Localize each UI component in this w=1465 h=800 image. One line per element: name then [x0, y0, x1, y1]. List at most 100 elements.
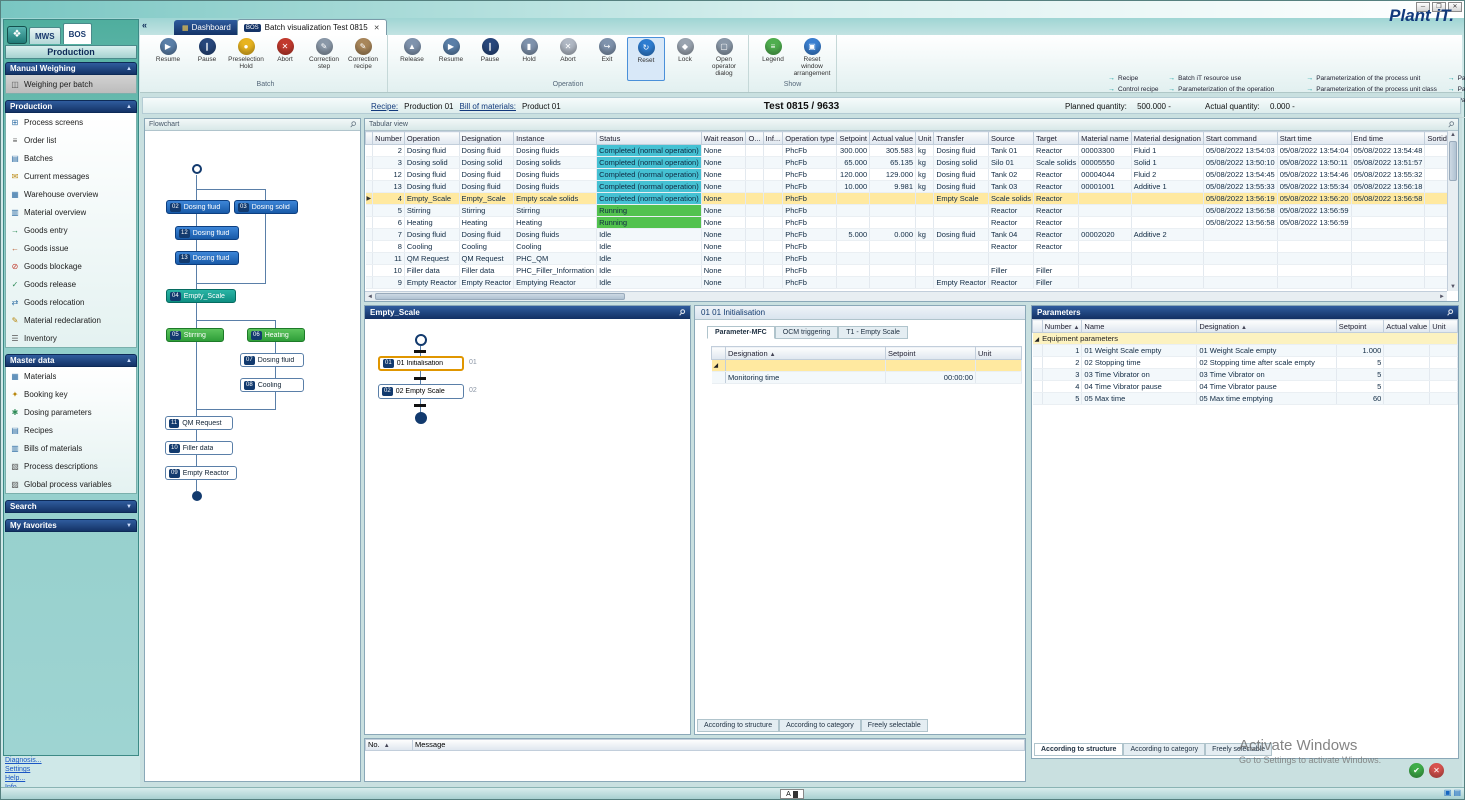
confirm-button[interactable]: ✔ — [1409, 763, 1424, 778]
es-node-01-initialisation[interactable]: 0101 Initialisation — [378, 356, 464, 371]
sidebar-item-goods-release[interactable]: ✓Goods release — [6, 275, 136, 293]
table-row[interactable]: 2Dosing fluidDosing fluidDosing fluidsCo… — [366, 145, 1458, 157]
tab-parameter-mfc[interactable]: Parameter-MFC — [707, 326, 775, 339]
collapse-sidebar-icon[interactable]: « — [142, 20, 147, 30]
es-node-02-empty-scale[interactable]: 0202 Empty Scale — [378, 384, 464, 399]
legend-item-parameterization-of-the-process-unit-class[interactable]: →Parameterization of the process unit cl… — [1306, 86, 1441, 94]
legend-item-parameterization-of-the-process-unit[interactable]: →Parameterization of the process unit — [1306, 75, 1441, 83]
pin-icon[interactable]: ⚲ — [677, 307, 687, 318]
toolbar-button-correction-recipe[interactable]: ✎Correction recipe — [344, 37, 382, 81]
column-header-target[interactable]: Target — [1034, 132, 1079, 145]
table-row[interactable]: ◢ — [712, 360, 1022, 372]
tab-batch-visualization[interactable]: BOS Batch visualization Test 0815 ✕ — [237, 19, 387, 35]
sidebar-item-order-list[interactable]: ≡Order list — [6, 131, 136, 149]
tab-according-to-category[interactable]: According to category — [1123, 743, 1205, 756]
flow-node-05-stirring[interactable]: 05Stirring — [166, 328, 224, 342]
section-header-my-favorites[interactable]: My favorites▼ — [5, 519, 137, 532]
flow-node-06-heating[interactable]: 06Heating — [247, 328, 305, 342]
user-status-icon[interactable]: ▣ — [1444, 788, 1452, 798]
footer-link-help[interactable]: Help... — [5, 775, 42, 783]
column-header-designation[interactable]: Designation▲ — [726, 347, 886, 360]
toolbar-button-release[interactable]: ▲Release — [393, 37, 431, 81]
app-tab-mws[interactable]: MWS — [29, 27, 61, 44]
table-row[interactable]: 3Dosing solidDosing solidDosing solidsCo… — [366, 157, 1458, 169]
sidebar-item-goods-relocation[interactable]: ⇄Goods relocation — [6, 293, 136, 311]
sidebar-item-bills-of-materials[interactable]: ▥Bills of materials — [6, 439, 136, 457]
toolbar-button-open-operator-dialog[interactable]: ▢Open operator dialog — [705, 37, 743, 81]
tab-ocm-triggering[interactable]: OCM triggering — [775, 326, 838, 339]
column-header-operation-type[interactable]: Operation type — [783, 132, 837, 145]
column-header-setpoint[interactable]: Setpoint — [1336, 320, 1384, 333]
flow-start-node[interactable] — [192, 164, 202, 174]
toolbar-button-preselection-hold[interactable]: ●Preselection Hold — [227, 37, 265, 81]
flow-node-12-dosing-fluid[interactable]: 12Dosing fluid — [175, 226, 239, 240]
legend-item-parameterization-of-the-target-process-unit[interactable]: →Parameterization of the target process … — [1448, 86, 1465, 94]
scroll-left-icon[interactable]: ◄ — [367, 294, 373, 300]
flow-node-03-dosing-solid[interactable]: 03Dosing solid — [234, 200, 298, 214]
column-header-actual-value[interactable]: Actual value — [870, 132, 916, 145]
parameter-group-row[interactable]: ◢Equipment parameters — [1033, 333, 1458, 345]
scroll-right-icon[interactable]: ► — [1439, 294, 1445, 300]
scroll-up-icon[interactable]: ▲ — [1450, 132, 1456, 138]
tab-according-to-structure[interactable]: According to structure — [1034, 743, 1123, 756]
toolbar-button-resume[interactable]: ▶Resume — [149, 37, 187, 81]
toolbar-button-resume[interactable]: ▶Resume — [432, 37, 470, 81]
messages-no-column-header[interactable]: No. ▲ — [365, 739, 413, 751]
sidebar-item-goods-issue[interactable]: ←Goods issue — [6, 239, 136, 257]
table-row[interactable]: 8CoolingCoolingCoolingIdleNonePhcFbReact… — [366, 241, 1458, 253]
column-header-material-name[interactable]: Material name — [1079, 132, 1132, 145]
toolbar-button-exit[interactable]: ↪Exit — [588, 37, 626, 81]
flow-node-13-dosing-fluid[interactable]: 13Dosing fluid — [175, 251, 239, 265]
table-row[interactable]: 505 Max time05 Max time emptying60 — [1033, 393, 1458, 405]
table-row[interactable]: ▶4Empty_ScaleEmpty_ScaleEmpty scale soli… — [366, 193, 1458, 205]
toolbar-button-abort[interactable]: ✕Abort — [266, 37, 304, 81]
sidebar-item-goods-entry[interactable]: →Goods entry — [6, 221, 136, 239]
sub-flow-start-node[interactable] — [415, 334, 427, 346]
flow-node-08-cooling[interactable]: 08Cooling — [240, 378, 304, 392]
column-header-end-time[interactable]: End time — [1351, 132, 1425, 145]
table-row[interactable]: 10Filler dataFiller dataPHC_Filler_Infor… — [366, 265, 1458, 277]
flow-node-04-empty-scale[interactable]: 04Empty_Scale — [166, 289, 236, 303]
sidebar-item-weighing-per-batch[interactable]: ◫Weighing per batch — [6, 75, 136, 93]
section-header-master-data[interactable]: Master data▲ — [5, 354, 137, 367]
column-header-actual-value[interactable]: Actual value — [1384, 320, 1430, 333]
flow-node-02-dosing-fluid[interactable]: 02Dosing fluid — [166, 200, 230, 214]
toolbar-button-hold[interactable]: ▮Hold — [510, 37, 548, 81]
table-row[interactable]: 11QM RequestQM RequestPHC_QMIdleNonePhcF… — [366, 253, 1458, 265]
flow-node-07-dosing-fluid[interactable]: 07Dosing fluid — [240, 353, 304, 367]
legend-item-control-recipe[interactable]: →Control recipe — [1108, 86, 1162, 94]
sidebar-item-material-overview[interactable]: ▥Material overview — [6, 203, 136, 221]
footer-link-settings[interactable]: Settings — [5, 766, 42, 774]
section-header-manual-weighing[interactable]: Manual Weighing▲ — [5, 62, 137, 75]
sidebar-item-process-descriptions[interactable]: ▧Process descriptions — [6, 457, 136, 475]
column-header-start-command[interactable]: Start command — [1203, 132, 1277, 145]
column-header-number[interactable]: Number▲ — [1042, 320, 1082, 333]
sidebar-item-goods-blockage[interactable]: ⊘Goods blockage — [6, 257, 136, 275]
flow-end-node[interactable] — [192, 491, 202, 501]
app-logo-icon[interactable]: ❖ — [7, 26, 27, 44]
sidebar-item-warehouse-overview[interactable]: ▦Warehouse overview — [6, 185, 136, 203]
table-row[interactable]: 404 Time Vibrator pause04 Time Vibrator … — [1033, 381, 1458, 393]
sidebar-item-recipes[interactable]: ▤Recipes — [6, 421, 136, 439]
column-header-unit[interactable]: Unit — [976, 347, 1022, 360]
table-row[interactable]: 5StirringStirringStirringRunningNonePhcF… — [366, 205, 1458, 217]
sidebar-item-inventory[interactable]: ☰Inventory — [6, 329, 136, 347]
table-row[interactable]: 303 Time Vibrator on03 Time Vibrator on5 — [1033, 369, 1458, 381]
section-header-production[interactable]: Production▲ — [5, 100, 137, 113]
legend-item-batch-it-resource-use[interactable]: →Batch iT resource use — [1168, 75, 1300, 83]
column-header-operation[interactable]: Operation — [404, 132, 459, 145]
sub-flow-end-node[interactable] — [415, 412, 427, 424]
column-header-status[interactable]: Status — [597, 132, 702, 145]
column-header-unit[interactable]: Unit — [1430, 320, 1458, 333]
column-header-material-designation[interactable]: Material designation — [1131, 132, 1203, 145]
table-row[interactable]: 6HeatingHeatingHeatingRunningNonePhcFbRe… — [366, 217, 1458, 229]
vertical-scrollbar[interactable]: ▲ ▼ — [1447, 131, 1458, 291]
sidebar-item-global-process-variables[interactable]: ▨Global process variables — [6, 475, 136, 493]
cancel-button[interactable]: ✕ — [1429, 763, 1444, 778]
close-tab-icon[interactable]: ✕ — [374, 24, 380, 32]
tab-t1-empty-scale[interactable]: T1 - Empty Scale — [838, 326, 908, 339]
table-row[interactable]: 101 Weight Scale empty01 Weight Scale em… — [1033, 345, 1458, 357]
table-row[interactable]: 9Empty ReactorEmpty ReactorEmptying Reac… — [366, 277, 1458, 289]
pin-icon[interactable]: ⚲ — [1445, 307, 1455, 318]
flow-node-11-qm-request[interactable]: 11QM Request — [165, 416, 233, 430]
